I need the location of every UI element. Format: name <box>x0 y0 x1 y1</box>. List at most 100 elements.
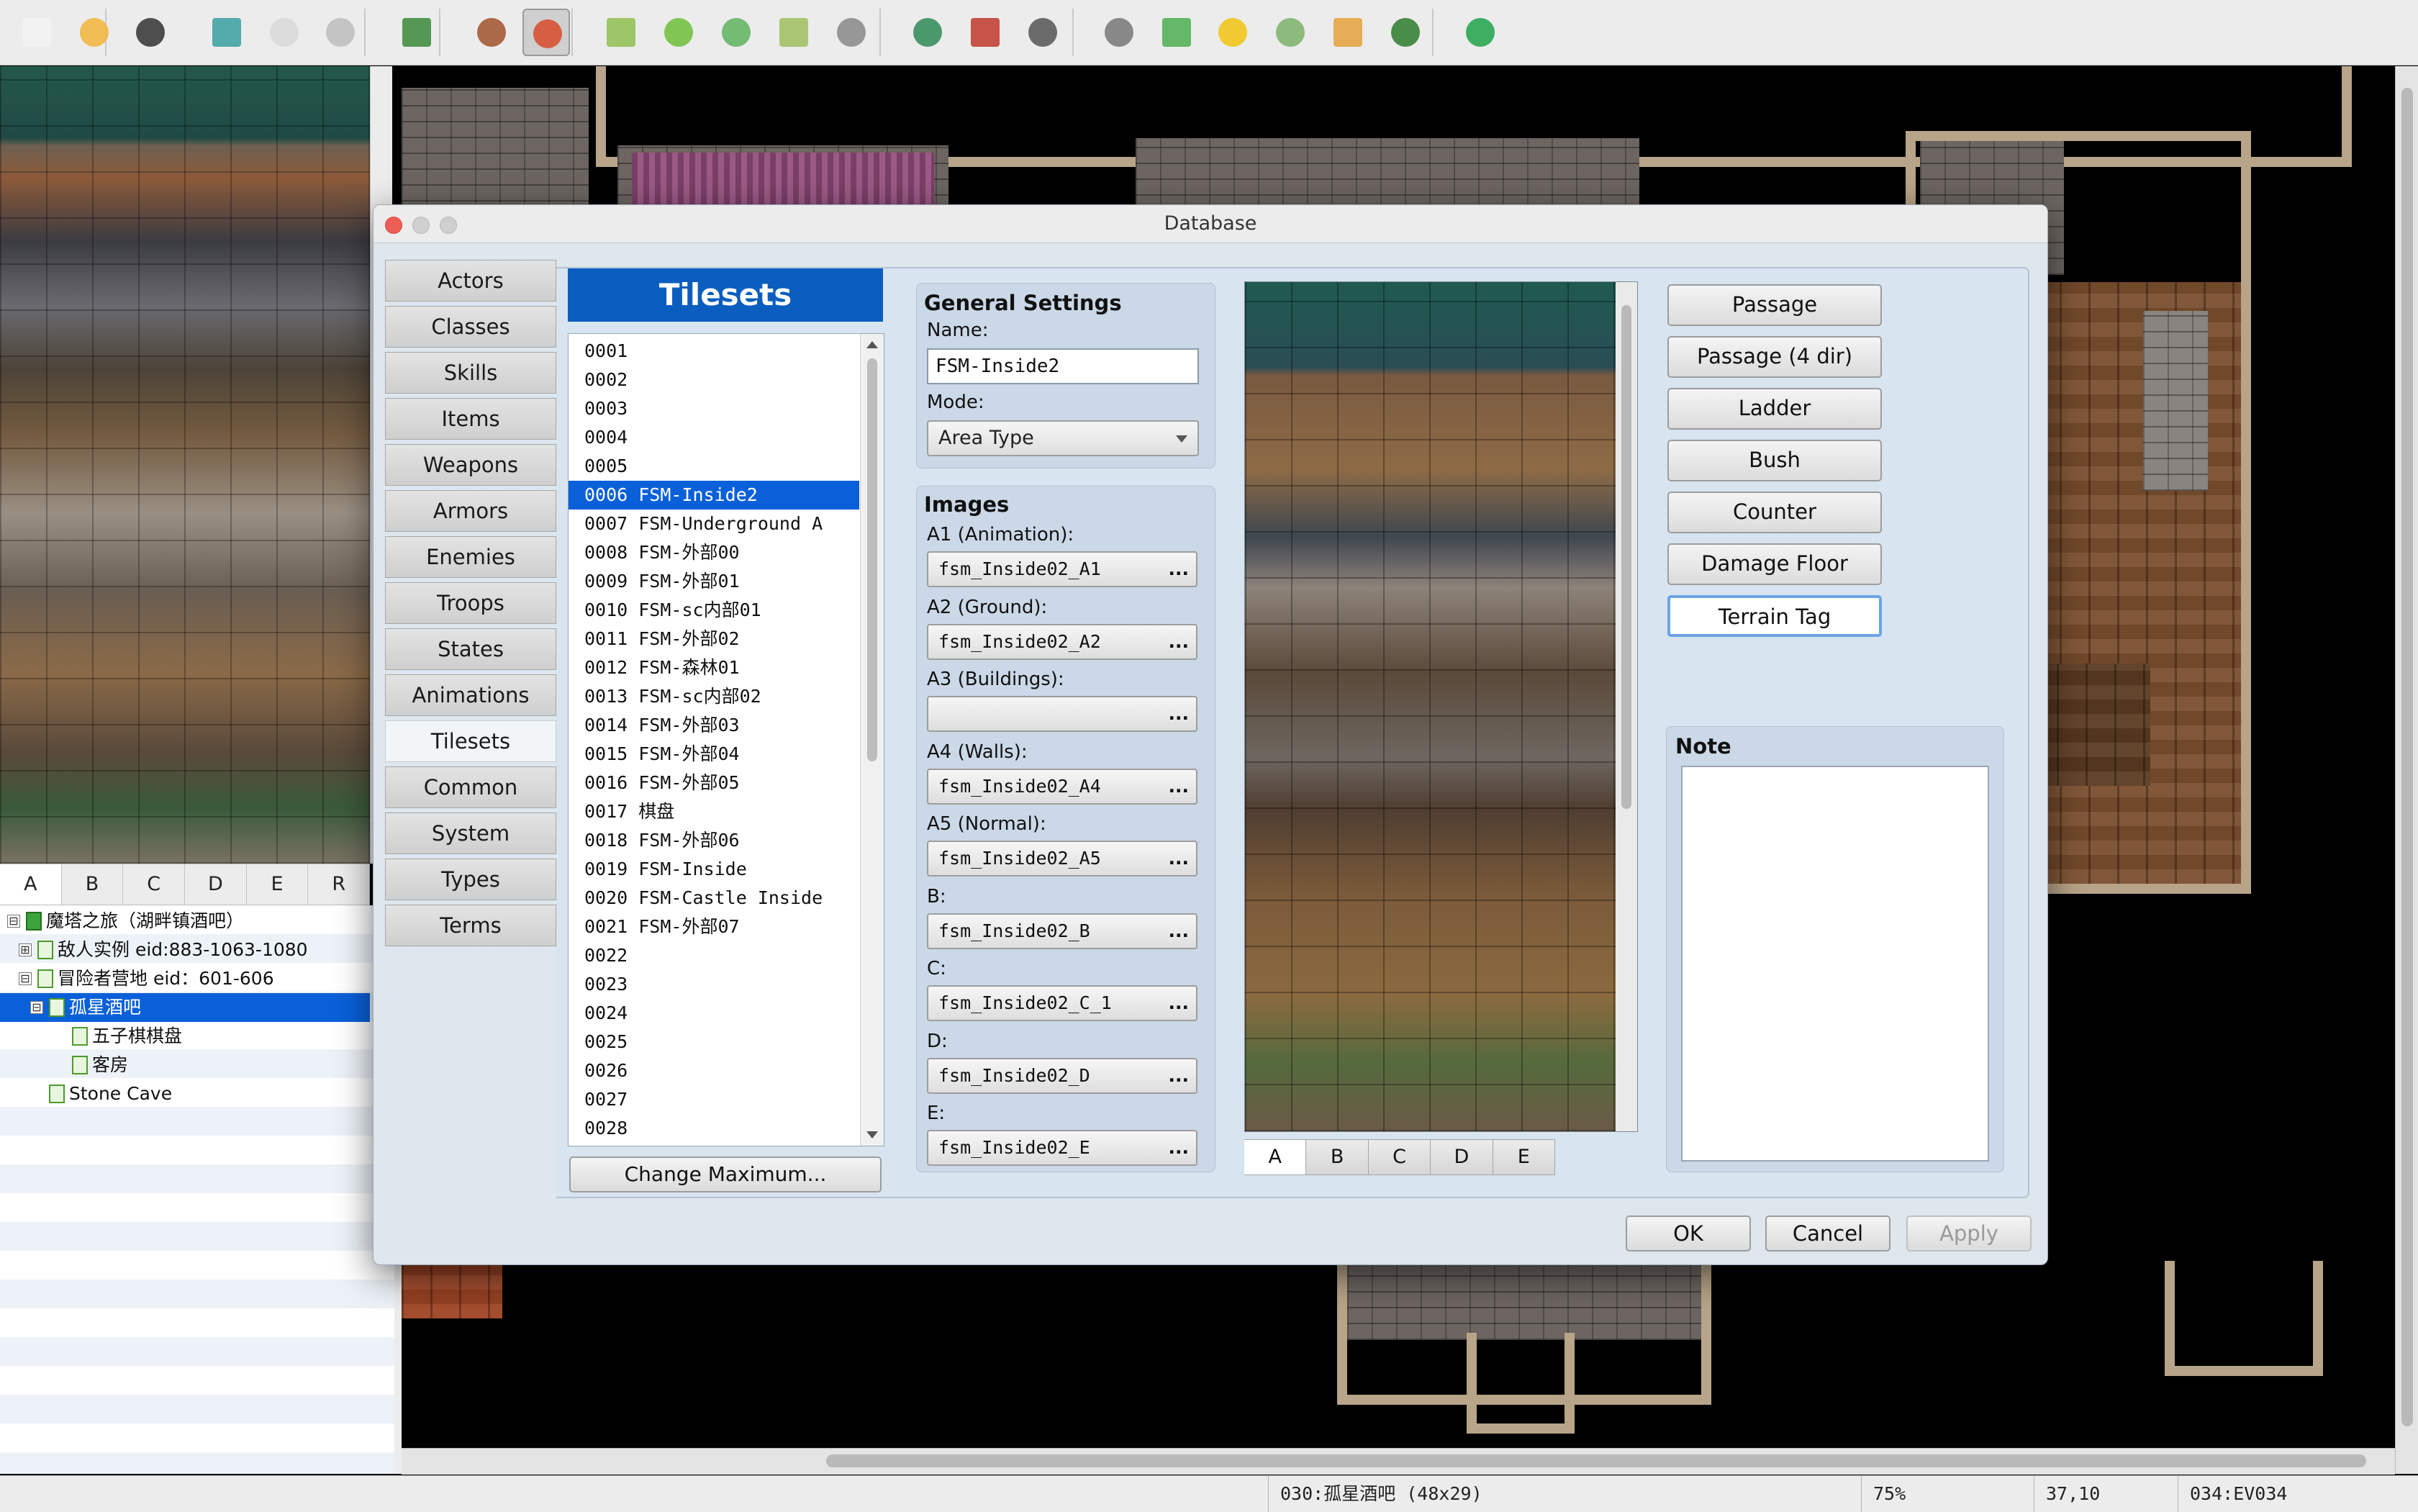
scroll-thumb[interactable] <box>1621 305 1631 809</box>
counter-button[interactable]: Counter <box>1667 492 1882 533</box>
browse-icon[interactable]: ... <box>1169 842 1190 875</box>
tileset-list-item[interactable]: 0014 FSM-外部03 <box>569 711 859 740</box>
passage-button[interactable]: Passage <box>1667 284 1882 326</box>
palette-tab-b[interactable]: B <box>62 864 124 905</box>
tileset-list-item[interactable]: 0018 FSM-外部06 <box>569 826 859 855</box>
browse-icon[interactable]: ... <box>1169 987 1190 1020</box>
map-vertical-scrollbar[interactable] <box>2395 66 2418 1474</box>
rectangle-button[interactable] <box>655 9 702 56</box>
category-classes[interactable]: Classes <box>385 306 556 348</box>
undo-button[interactable] <box>393 9 440 56</box>
category-system[interactable]: System <box>385 812 556 854</box>
map-tree-item[interactable]: 五子棋棋盘 <box>0 1022 370 1051</box>
pencil-button[interactable] <box>597 9 645 56</box>
expand-toggle-icon[interactable]: ⊞ <box>19 943 32 956</box>
scroll-thumb[interactable] <box>2401 88 2413 1426</box>
category-common-events[interactable]: Common Events <box>385 766 556 840</box>
category-tilesets[interactable]: Tilesets <box>385 720 556 762</box>
scroll-thumb[interactable] <box>826 1454 2366 1467</box>
image-field[interactable]: fsm_Inside02_D... <box>927 1057 1197 1094</box>
mode-select[interactable]: Area Type <box>927 420 1199 456</box>
expand-toggle-icon[interactable]: ⊟ <box>30 1001 43 1014</box>
category-animations[interactable]: Animations <box>385 674 556 716</box>
tileset-list-item[interactable]: 0001 <box>569 337 859 366</box>
tile-palette[interactable] <box>0 66 370 864</box>
map-mode-button[interactable] <box>468 9 515 56</box>
event-mode-button[interactable] <box>522 9 570 56</box>
browse-icon[interactable]: ... <box>1169 1059 1190 1092</box>
map-tree-item[interactable]: ⊞ 敌人实例 eid:883-1063-1080 <box>0 936 370 964</box>
category-states[interactable]: States <box>385 628 556 670</box>
tileset-list-item[interactable]: 0024 <box>569 999 859 1028</box>
category-enemies[interactable]: Enemies <box>385 536 556 578</box>
note-textarea[interactable] <box>1681 766 1989 1162</box>
category-skills[interactable]: Skills <box>385 352 556 394</box>
image-field[interactable]: fsm_Inside02_E... <box>927 1130 1197 1166</box>
minimize-window-icon[interactable] <box>412 217 430 234</box>
tileset-preview-scrollbar[interactable] <box>1616 281 1638 1132</box>
cut-button[interactable] <box>203 9 250 56</box>
tileset-list-item[interactable]: 0016 FSM-外部05 <box>569 769 859 797</box>
paste-button[interactable] <box>317 9 364 56</box>
playtest-button[interactable] <box>1457 9 1504 56</box>
image-field[interactable]: fsm_Inside02_A4... <box>927 768 1197 805</box>
tileset-tab-a[interactable]: A <box>1244 1139 1307 1175</box>
browse-icon[interactable]: ... <box>1169 915 1190 948</box>
scroll-down-icon[interactable] <box>866 1131 878 1138</box>
category-weapons[interactable]: Weapons <box>385 444 556 486</box>
event-searcher-button[interactable] <box>1267 9 1314 56</box>
browse-icon[interactable]: ... <box>1169 625 1190 658</box>
tileset-list-item[interactable]: 0019 FSM-Inside <box>569 855 859 884</box>
tileset-list-item[interactable]: 0017 棋盘 <box>569 797 859 826</box>
palette-tab-e[interactable]: E <box>247 864 309 905</box>
map-tree-item[interactable]: ⊟ 冒险者营地 eid：601-606 <box>0 964 370 993</box>
tileset-list-item[interactable]: 0028 <box>569 1114 859 1143</box>
plugin-manager-button[interactable] <box>1153 9 1200 56</box>
palette-tab-d[interactable]: D <box>185 864 247 905</box>
bush-button[interactable]: Bush <box>1667 440 1882 481</box>
sound-test-button[interactable] <box>1209 9 1256 56</box>
tileset-list-item[interactable]: 0023 <box>569 970 859 999</box>
tileset-list-item[interactable]: 0011 FSM-外部02 <box>569 625 859 653</box>
map-tree-item[interactable]: 客房 <box>0 1051 370 1079</box>
scroll-up-icon[interactable] <box>866 341 878 348</box>
copy-button[interactable] <box>261 9 308 56</box>
map-tree-item[interactable]: ⊟ 魔塔之旅（湖畔镇酒吧） <box>0 907 370 936</box>
fill-button[interactable] <box>770 9 818 56</box>
category-items[interactable]: Items <box>385 398 556 440</box>
tileset-list-item[interactable]: 0003 <box>569 394 859 423</box>
palette-tab-a[interactable]: A <box>0 864 62 905</box>
browse-icon[interactable]: ... <box>1169 697 1190 730</box>
tileset-list-item[interactable]: 0004 <box>569 423 859 452</box>
tileset-list-item[interactable]: 0015 FSM-外部04 <box>569 740 859 769</box>
ellipse-button[interactable] <box>712 9 760 56</box>
tileset-list-item[interactable]: 0008 FSM-外部00 <box>569 538 859 567</box>
save-button[interactable] <box>127 9 174 56</box>
tileset-list-item[interactable]: 0026 <box>569 1056 859 1085</box>
tileset-list-item[interactable]: 0022 <box>569 941 859 970</box>
tileset-list-item[interactable]: 0021 FSM-外部07 <box>569 913 859 941</box>
palette-tab-c[interactable]: C <box>123 864 186 905</box>
image-field[interactable]: fsm_Inside02_A5... <box>927 841 1197 877</box>
map-tree-item[interactable]: ⊟ 孤星酒吧 <box>0 993 370 1022</box>
tileset-list-item[interactable]: 0027 <box>569 1085 859 1114</box>
category-armors[interactable]: Armors <box>385 490 556 532</box>
passage-4-dir-button[interactable]: Passage (4 dir) <box>1667 336 1882 378</box>
cancel-button[interactable]: Cancel <box>1765 1216 1891 1251</box>
image-field[interactable]: fsm_Inside02_A2... <box>927 623 1197 660</box>
browse-icon[interactable]: ... <box>1169 770 1190 803</box>
tileset-list-item[interactable]: 0013 FSM-sc内部02 <box>569 682 859 711</box>
close-window-icon[interactable] <box>385 217 402 234</box>
character-generator-button[interactable] <box>1382 9 1429 56</box>
tileset-tab-e[interactable]: E <box>1493 1139 1556 1175</box>
zoom-window-icon[interactable] <box>440 217 457 234</box>
tileset-list-item[interactable]: 0010 FSM-sc内部01 <box>569 596 859 625</box>
tileset-tab-d[interactable]: D <box>1431 1139 1493 1175</box>
ok-button[interactable]: OK <box>1626 1216 1751 1251</box>
tileset-list-item[interactable]: 0005 <box>569 452 859 481</box>
image-field[interactable]: fsm_Inside02_B... <box>927 913 1197 949</box>
category-actors[interactable]: Actors <box>385 260 556 302</box>
map-horizontal-scrollbar[interactable] <box>402 1448 2395 1475</box>
zoom-actual-button[interactable] <box>1019 9 1067 56</box>
name-field[interactable]: FSM-Inside2 <box>927 348 1199 384</box>
